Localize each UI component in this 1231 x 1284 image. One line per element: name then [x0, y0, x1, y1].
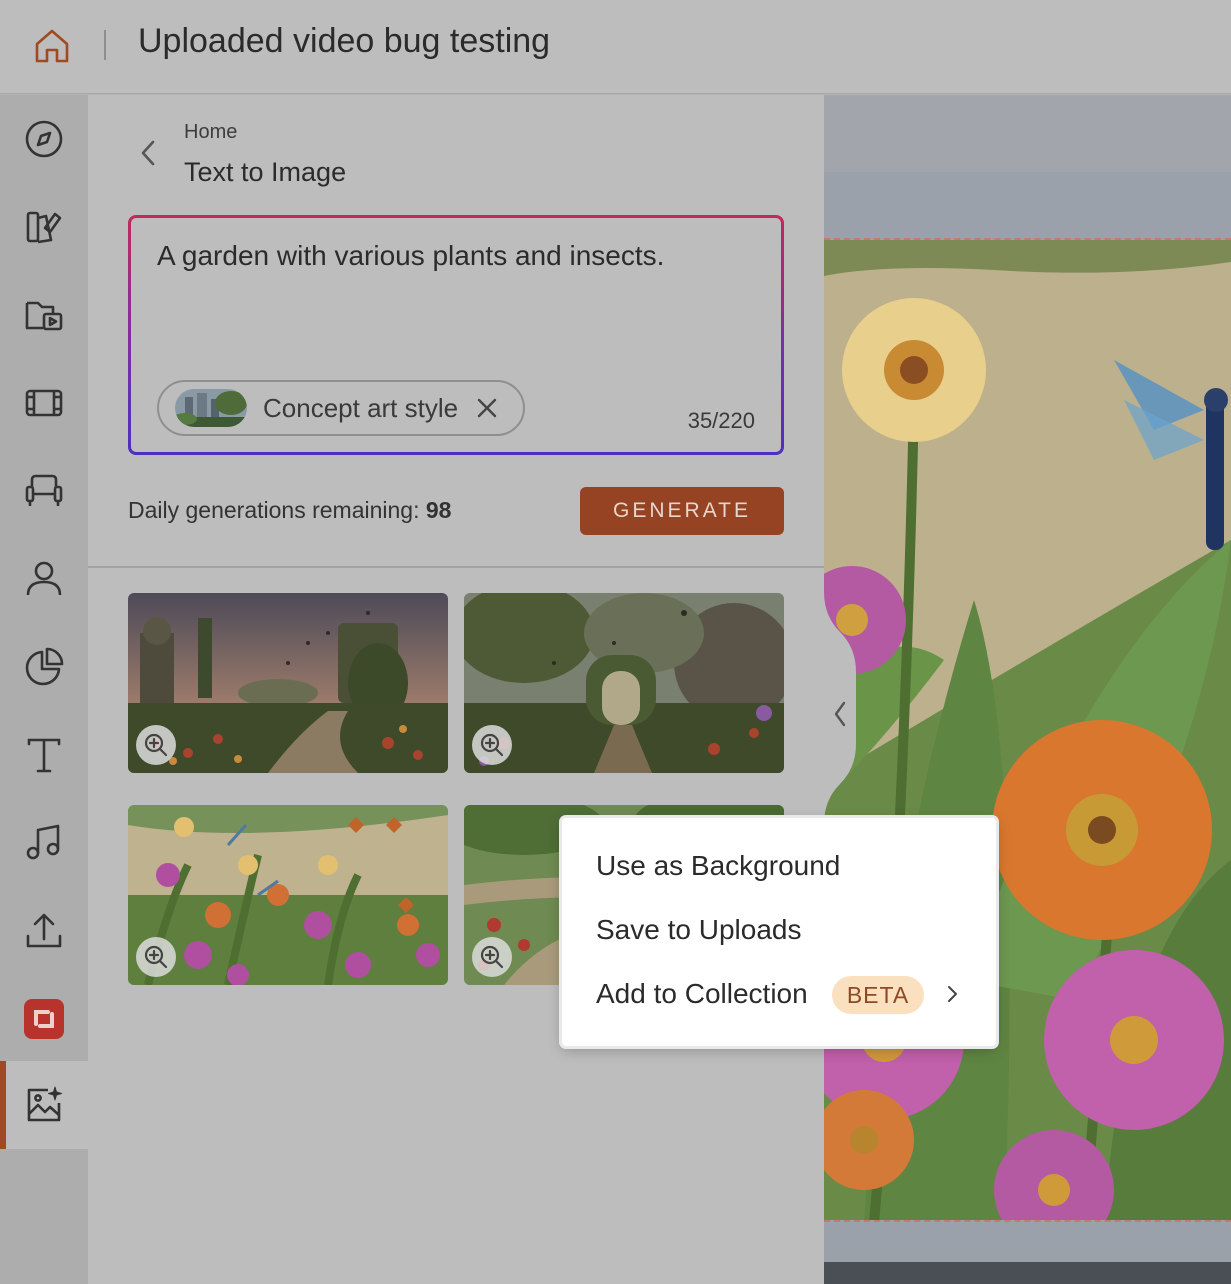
result-image-1[interactable]: [128, 593, 448, 773]
home-button[interactable]: [30, 24, 74, 68]
design-tools-icon: [26, 211, 62, 244]
sidebar-item-brand-app[interactable]: [0, 975, 88, 1063]
video-clips-icon: [25, 389, 63, 417]
sidebar-item-ai-image[interactable]: [0, 1061, 88, 1149]
brand-app-icon: [24, 999, 64, 1039]
panel-divider: [88, 566, 824, 568]
collapse-panel-button[interactable]: [800, 592, 858, 824]
sidebar-item-explore[interactable]: [0, 95, 88, 183]
chevron-right-icon: [948, 986, 957, 1002]
upload-icon: [26, 913, 62, 948]
result-image-3[interactable]: [128, 805, 448, 985]
top-bar: Uploaded video bug testing: [0, 0, 1231, 94]
sidebar-item-music[interactable]: [0, 799, 88, 887]
style-chip-label: Concept art style: [263, 392, 459, 423]
home-icon: [35, 29, 69, 63]
compass-icon: [25, 120, 63, 158]
zoom-in-icon: [480, 945, 504, 969]
zoom-button[interactable]: [472, 937, 512, 977]
sidebar: [0, 95, 88, 1284]
document-title[interactable]: Uploaded video bug testing: [138, 22, 550, 61]
sidebar-item-media[interactable]: [0, 271, 88, 359]
generate-button[interactable]: GENERATE: [580, 487, 784, 535]
sidebar-item-characters[interactable]: [0, 535, 88, 623]
sidebar-item-text[interactable]: [0, 711, 88, 799]
zoom-in-icon: [480, 733, 504, 757]
music-icon: [26, 824, 60, 860]
character-count: 35/220: [687, 408, 755, 433]
daily-generations-label: Daily generations remaining:: [128, 497, 420, 523]
back-button[interactable]: [132, 135, 164, 171]
furniture-icon: [25, 474, 63, 506]
chevron-left-icon: [141, 140, 155, 166]
chart-icon: [25, 647, 64, 686]
zoom-in-icon: [144, 733, 168, 757]
menu-item-use-as-background[interactable]: Use as Background: [596, 850, 840, 882]
daily-generations: Daily generations remaining: 98: [128, 497, 451, 524]
context-menu: Use as Background Save to Uploads Add to…: [562, 818, 996, 1046]
media-folder-icon: [25, 301, 63, 331]
sidebar-item-charts[interactable]: [0, 623, 88, 711]
sidebar-item-design[interactable]: [0, 183, 88, 271]
prompt-text[interactable]: A garden with various plants and insects…: [157, 240, 664, 272]
breadcrumb[interactable]: Home: [184, 121, 237, 144]
zoom-button[interactable]: [136, 937, 176, 977]
text-to-image-panel: Home Text to Image A garden with various…: [88, 95, 824, 1284]
page-title: Text to Image: [184, 157, 347, 187]
canvas-image[interactable]: [824, 238, 1231, 1222]
prompt-input[interactable]: A garden with various plants and insects…: [128, 215, 784, 455]
menu-item-save-to-uploads[interactable]: Save to Uploads: [596, 914, 801, 946]
ai-image-icon: [27, 1086, 62, 1122]
text-icon: [27, 738, 61, 773]
menu-item-add-to-collection[interactable]: Add to Collection: [596, 978, 808, 1010]
style-chip[interactable]: Concept art style: [157, 380, 525, 436]
sidebar-item-uploads[interactable]: [0, 887, 88, 975]
close-icon: [477, 398, 497, 418]
daily-generations-value: 98: [425, 497, 452, 523]
sidebar-item-videos[interactable]: [0, 359, 88, 447]
character-icon: [26, 561, 62, 596]
style-thumbnail: [175, 389, 247, 427]
zoom-in-icon: [144, 945, 168, 969]
header-separator: [104, 30, 106, 60]
zoom-button[interactable]: [472, 725, 512, 765]
remove-style-button[interactable]: [472, 393, 502, 423]
beta-badge: BETA: [832, 976, 924, 1014]
sidebar-item-props[interactable]: [0, 447, 88, 535]
result-image-2[interactable]: [464, 593, 784, 773]
canvas-footer: [824, 1262, 1231, 1284]
zoom-button[interactable]: [136, 725, 176, 765]
